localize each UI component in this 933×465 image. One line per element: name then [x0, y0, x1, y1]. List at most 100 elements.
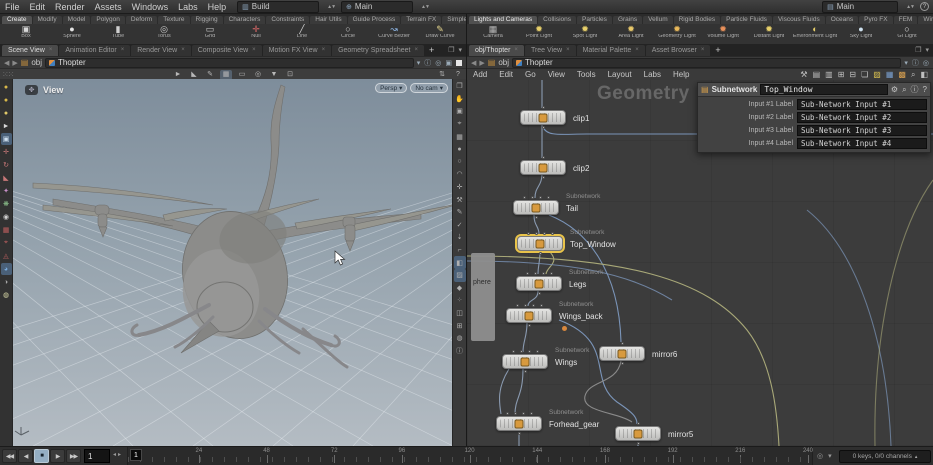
shelf-tab-rigid-bodies[interactable]: Rigid Bodies	[674, 16, 721, 24]
input-connector-icon[interactable]	[550, 272, 553, 275]
pane-tab-scene-view[interactable]: Scene View×	[2, 45, 58, 56]
output-connector-icon[interactable]	[518, 432, 521, 435]
sculpt-tool-icon[interactable]: ◉	[1, 211, 12, 223]
output-connector-icon[interactable]	[542, 176, 545, 179]
node-path-field[interactable]: Thopter	[512, 58, 901, 68]
dropdown-arrow-icon[interactable]: ▾	[904, 59, 908, 67]
playhead-marker[interactable]: 1	[130, 449, 142, 461]
menu-edit[interactable]: Edit	[25, 2, 51, 12]
tools-icon[interactable]: ⚒	[800, 70, 807, 79]
node-wings-back[interactable]: SubnetworkWings_back	[506, 308, 552, 323]
info-icon[interactable]: ⓘ	[911, 84, 919, 95]
lock-camera-icon[interactable]: ▣	[454, 105, 466, 118]
axis-icon[interactable]: ✛	[454, 181, 466, 194]
avatar-icon[interactable]: ▣	[445, 59, 452, 67]
dec-frame-button[interactable]: ◂	[113, 451, 116, 458]
zoom-timeline-icon[interactable]: ◎	[817, 452, 823, 460]
gear-icon[interactable]: ⚙	[891, 85, 898, 94]
shade-mode-icon[interactable]: ◕	[1, 263, 12, 275]
pane-tab-tree-view[interactable]: Tree View×	[525, 45, 576, 56]
pane-tab-asset-browser[interactable]: Asset Browser×	[646, 45, 711, 56]
menu-render[interactable]: Render	[50, 2, 90, 12]
badges-icon[interactable]: ❏	[861, 70, 868, 79]
input-connector-icon[interactable]	[520, 350, 523, 353]
input-connector-icon[interactable]	[532, 304, 535, 307]
dropdown-arrow-icon[interactable]: ▾	[417, 59, 421, 67]
take-dropdown[interactable]: ⊕ Main	[341, 1, 413, 13]
shelf-tab-deform[interactable]: Deform	[126, 16, 157, 24]
input-connector-icon[interactable]	[531, 196, 534, 199]
shelf-tab-model[interactable]: Model	[63, 16, 91, 24]
snap-grid-icon[interactable]: ▦	[1, 224, 12, 236]
node-legs[interactable]: SubnetworkLegs	[516, 276, 562, 291]
output-connector-icon[interactable]	[542, 126, 545, 129]
wire-shade-icon[interactable]: ◧	[454, 256, 466, 269]
input-connector-icon[interactable]	[527, 232, 530, 235]
overview-icon[interactable]: ◧	[920, 70, 928, 79]
texture-icon[interactable]: ▨	[454, 269, 466, 282]
net-menu-add[interactable]: Add	[467, 70, 493, 79]
shelf-tool-spot-light[interactable]: ✹Spot Light	[562, 25, 608, 39]
take-stepper[interactable]: ▲▼	[421, 5, 429, 9]
shield-icon[interactable]: ▼	[268, 70, 280, 80]
points-icon[interactable]: ⁘	[454, 294, 466, 307]
close-tab-icon[interactable]: ×	[322, 47, 326, 53]
close-tab-icon[interactable]: ×	[181, 47, 185, 53]
shelf-tab-grains[interactable]: Grains	[613, 16, 642, 24]
search-icon[interactable]: ⌕	[911, 70, 915, 80]
camera-options-icon[interactable]: ⊡	[284, 70, 296, 80]
context-crumb[interactable]: obj	[498, 58, 509, 67]
node-tail[interactable]: SubnetworkTail	[513, 200, 559, 215]
display-objects-icon[interactable]: ◍	[1, 289, 12, 301]
node-path-field[interactable]: Thopter	[45, 58, 414, 68]
node-forhead-gear[interactable]: SubnetworkForhead_gear	[496, 416, 542, 431]
persp-dropdown[interactable]: Persp ▾	[375, 83, 407, 93]
shelf-tab-characters[interactable]: Characters	[224, 16, 266, 24]
camera-icon[interactable]: ▦	[454, 130, 466, 143]
param-value-field[interactable]: Sub-Network Input #1	[797, 99, 927, 110]
input-connector-icon[interactable]	[523, 196, 526, 199]
pin-icon[interactable]: ◎	[435, 59, 441, 67]
shelf-tab-constraints[interactable]: Constraints	[266, 16, 309, 24]
network-editor[interactable]: Geometry	[467, 80, 933, 446]
menu-windows[interactable]: Windows	[127, 2, 174, 12]
shelf-tool-null[interactable]: ✛Null	[233, 25, 279, 39]
shelf-tab-create[interactable]: Create	[2, 16, 32, 24]
input-connector-icon[interactable]	[526, 272, 529, 275]
input-connector-icon[interactable]	[637, 422, 640, 425]
select-tool-icon[interactable]: ►	[1, 120, 12, 132]
current-frame-field[interactable]: 1	[84, 449, 110, 463]
shelf-tool-camera[interactable]: ▦Camera	[470, 25, 516, 39]
right-main-dropdown[interactable]: ▤ Main	[822, 1, 898, 13]
desktop-dropdown[interactable]: ▥ Build	[237, 1, 319, 13]
shelf-tool-sky-light[interactable]: ●Sky Light	[838, 25, 884, 39]
view-tool-icon[interactable]: ●	[1, 81, 12, 93]
white-square-icon[interactable]	[456, 60, 462, 66]
shelf-tab-vellum[interactable]: Vellum	[643, 16, 673, 24]
net-menu-tools[interactable]: Tools	[571, 70, 602, 79]
snapping-options-icon[interactable]: ▦	[220, 70, 232, 80]
dome-icon[interactable]: ◠	[454, 168, 466, 181]
shelf-tab-fem[interactable]: FEM	[894, 16, 918, 24]
snapshot-icon[interactable]: ◍	[454, 332, 466, 345]
list-view-icon[interactable]: ⊟	[849, 70, 856, 79]
shelf-tab-simple-fx[interactable]: Simple FX	[442, 16, 466, 24]
visibility-mask-icon[interactable]: ◎	[252, 70, 264, 80]
viewport-canvas[interactable]: ✥ View Persp ▾ No cam ▾	[13, 79, 452, 446]
crosshair-icon[interactable]: ⌖	[454, 118, 466, 131]
back-arrow-icon[interactable]: ◀	[471, 59, 476, 67]
shelf-tool-torus[interactable]: ◎Torus	[141, 25, 187, 39]
input-connector-icon[interactable]	[516, 304, 519, 307]
info-icon[interactable]: ⓘ	[912, 58, 919, 68]
folder-icon[interactable]: ▤	[813, 70, 821, 79]
shelf-tab-particle-fluids[interactable]: Particle Fluids	[721, 16, 772, 24]
snap-prim-icon[interactable]: ◬	[1, 250, 12, 262]
timeline-options-icon[interactable]: ▾	[828, 452, 832, 460]
rotate-tool-icon[interactable]: ↻	[1, 159, 12, 171]
jump-start-button[interactable]: ◀◀	[2, 449, 17, 463]
grip-icon[interactable]: ⁙⁙	[2, 70, 13, 79]
normals-icon[interactable]: ◆	[454, 282, 466, 295]
input-connector-icon[interactable]	[534, 272, 537, 275]
secure-selection-icon[interactable]: ▣	[1, 133, 12, 145]
close-tab-icon[interactable]: ×	[49, 47, 53, 53]
